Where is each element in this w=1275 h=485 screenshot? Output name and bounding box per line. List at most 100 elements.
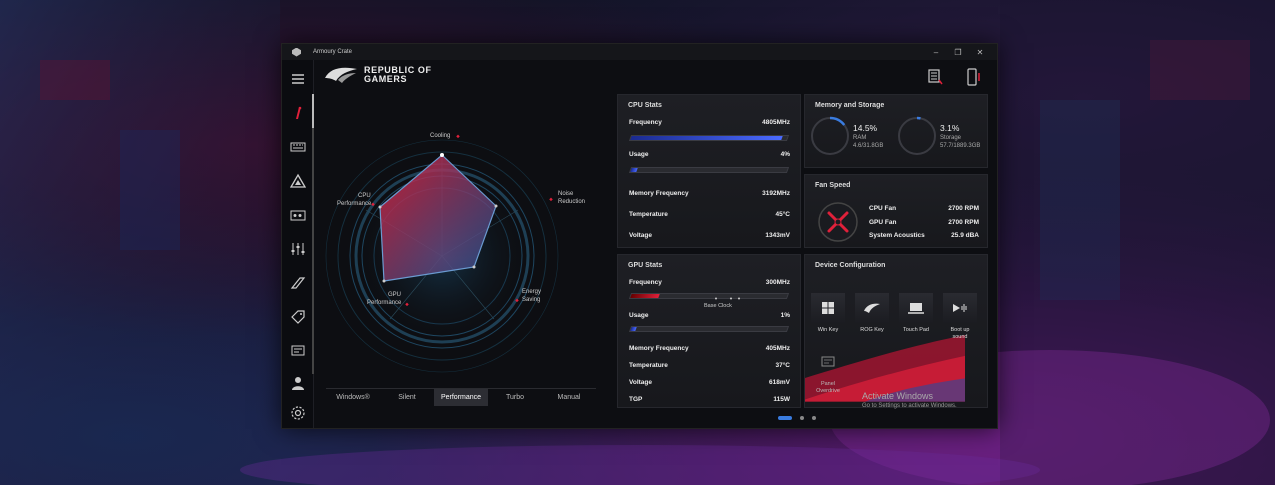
cpu-usage-bar xyxy=(628,167,790,173)
gpu-fan-value: 2700 RPM xyxy=(948,219,979,226)
home-icon[interactable] xyxy=(282,100,314,126)
cpu-frequency-label: Frequency xyxy=(629,119,662,126)
cpu-voltage-label: Voltage xyxy=(629,232,652,239)
storage-percent: 3.1% xyxy=(940,123,960,133)
equalizer-icon[interactable] xyxy=(282,236,314,262)
radar-label-cpu-2: Performance xyxy=(337,201,372,207)
user-icon[interactable] xyxy=(282,370,314,396)
ram-label: RAM xyxy=(853,135,867,141)
cpu-fan-label: CPU Fan xyxy=(869,205,897,212)
page-indicator xyxy=(778,416,816,420)
device-boot-sound[interactable]: Boot up sound xyxy=(943,293,977,341)
ram-gauge: 14.5% RAM 4.6/31.8GB xyxy=(809,115,883,162)
rog-key-label: ROG Key xyxy=(860,327,884,333)
cpu-stats-panel: CPU Stats Frequency 4805MHz Usage 4% Memor… xyxy=(617,94,801,248)
gpu-voltage-value: 618mV xyxy=(769,379,790,386)
sidebar-scrollbar[interactable] xyxy=(312,94,314,374)
device-win-key[interactable]: Win Key xyxy=(811,293,845,334)
aura-icon[interactable] xyxy=(282,168,314,194)
menu-icon[interactable] xyxy=(282,66,314,92)
rog-key-icon xyxy=(864,303,880,313)
cpu-temp-value: 45°C xyxy=(775,211,790,218)
radar-label-gpu-1: GPU xyxy=(388,292,401,298)
gamevisual-icon[interactable] xyxy=(282,202,314,228)
cpu-fan-value: 2700 RPM xyxy=(948,205,979,212)
keyboard-icon[interactable] xyxy=(282,134,314,160)
cpu-memfreq-value: 3192MHz xyxy=(762,190,790,197)
close-button[interactable]: ✕ xyxy=(969,44,991,60)
content-icon[interactable] xyxy=(282,338,314,364)
gpu-usage-label: Usage xyxy=(629,312,649,319)
storage-ring xyxy=(897,116,937,156)
gpu-fan-label: GPU Fan xyxy=(869,219,897,226)
activate-windows-subtitle: Go to Settings to activate Windows. xyxy=(862,403,957,409)
storage-gauge: 3.1% Storage 57.7/1889.3GB xyxy=(896,115,980,162)
touch-pad-label: Touch Pad xyxy=(903,327,929,333)
page-dot-1[interactable] xyxy=(778,416,792,420)
cpu-stats-title: CPU Stats xyxy=(628,102,662,109)
memory-storage-title: Memory and Storage xyxy=(815,102,885,109)
base-clock-marker xyxy=(715,297,740,300)
mode-windows[interactable]: Windows® xyxy=(326,389,380,406)
radar-label-noise-2: Reduction xyxy=(558,199,585,205)
rog-logo: REPUBLIC OF GAMERS xyxy=(324,66,444,84)
ram-detail: 4.6/31.8GB xyxy=(853,143,884,149)
windows-key-icon xyxy=(822,302,834,314)
operating-mode-tabs: Windows® Silent Performance Turbo Manual xyxy=(326,388,596,406)
gpu-temp-value: 37°C xyxy=(775,362,790,369)
touchpad-icon xyxy=(908,303,924,314)
cpu-frequency-value: 4805MHz xyxy=(762,119,790,126)
panel-overdrive-icon xyxy=(821,356,835,367)
window-title: Armoury Crate xyxy=(313,49,353,55)
device-config-title: Device Configuration xyxy=(815,262,886,269)
mode-silent[interactable]: Silent xyxy=(380,389,434,406)
gpu-stats-title: GPU Stats xyxy=(628,262,663,269)
radar-label-energy-2: Saving xyxy=(522,297,540,303)
device-rog-key[interactable]: ROG Key xyxy=(855,293,889,334)
radar-label-noise-1: Noise xyxy=(558,191,574,197)
title-bar: Armoury Crate – ❐ ✕ xyxy=(282,44,997,60)
gpu-usage-value: 1% xyxy=(780,312,790,319)
deals-icon[interactable] xyxy=(282,304,314,330)
mode-turbo[interactable]: Turbo xyxy=(488,389,542,406)
cpu-temp-label: Temperature xyxy=(629,211,668,218)
fan-icon xyxy=(818,202,858,242)
gpu-usage-bar xyxy=(628,326,790,332)
settings-icon[interactable] xyxy=(282,400,314,426)
maximize-button[interactable]: ❐ xyxy=(947,44,969,60)
radar-label-cpu-1: CPU xyxy=(358,193,371,199)
fan-speed-title: Fan Speed xyxy=(815,182,851,189)
activate-windows-title: Activate Windows xyxy=(862,391,934,401)
gpu-memfreq-value: 405MHz xyxy=(765,345,790,352)
cpu-usage-label: Usage xyxy=(629,151,649,158)
mode-manual[interactable]: Manual xyxy=(542,389,596,406)
brand-line-2: GAMERS xyxy=(364,74,408,84)
acoustics-value: 25.9 dBA xyxy=(951,232,979,239)
base-clock-label: Base Clock xyxy=(704,303,732,309)
activate-windows-watermark: Activate Windows Go to Settings to activ… xyxy=(862,391,957,409)
minimize-button[interactable]: – xyxy=(925,44,947,60)
fan-speed-panel: Fan Speed CPU Fan 2700 RPM GPU Fan 2700 RP… xyxy=(804,174,988,248)
device-config-panel: Device Configuration Win Key ROG Key Tou… xyxy=(804,254,988,408)
radar-label-cooling: Cooling xyxy=(430,133,450,139)
panel-overdrive-label: Panel Overdrive xyxy=(816,381,840,394)
system-info-icon[interactable] xyxy=(927,68,943,86)
gpu-stats-panel: GPU Stats Frequency 300MHz Base Clock Usa… xyxy=(617,254,801,408)
scenario-icon[interactable] xyxy=(282,270,314,296)
storage-label: Storage xyxy=(940,135,962,141)
cpu-frequency-bar xyxy=(628,135,790,141)
ram-percent: 14.5% xyxy=(853,123,878,133)
radar-label-gpu-2: Performance xyxy=(367,300,402,306)
page-dot-3[interactable] xyxy=(812,416,816,420)
page-dot-2[interactable] xyxy=(800,416,804,420)
ram-ring xyxy=(810,116,850,156)
device-touch-pad[interactable]: Touch Pad xyxy=(899,293,933,334)
radar-label-energy-1: Energy xyxy=(522,289,541,295)
armoury-crate-window: Armoury Crate – ❐ ✕ REPUBLIC OF GAMERS C… xyxy=(281,43,998,429)
mode-performance[interactable]: Performance xyxy=(434,389,488,406)
device-panel-overdrive[interactable]: Panel Overdrive xyxy=(811,347,845,395)
device-icon[interactable] xyxy=(965,68,981,86)
gpu-tgp-value: 115W xyxy=(773,396,790,403)
storage-detail: 57.7/1889.3GB xyxy=(940,143,981,149)
rog-eye-icon xyxy=(325,67,357,83)
